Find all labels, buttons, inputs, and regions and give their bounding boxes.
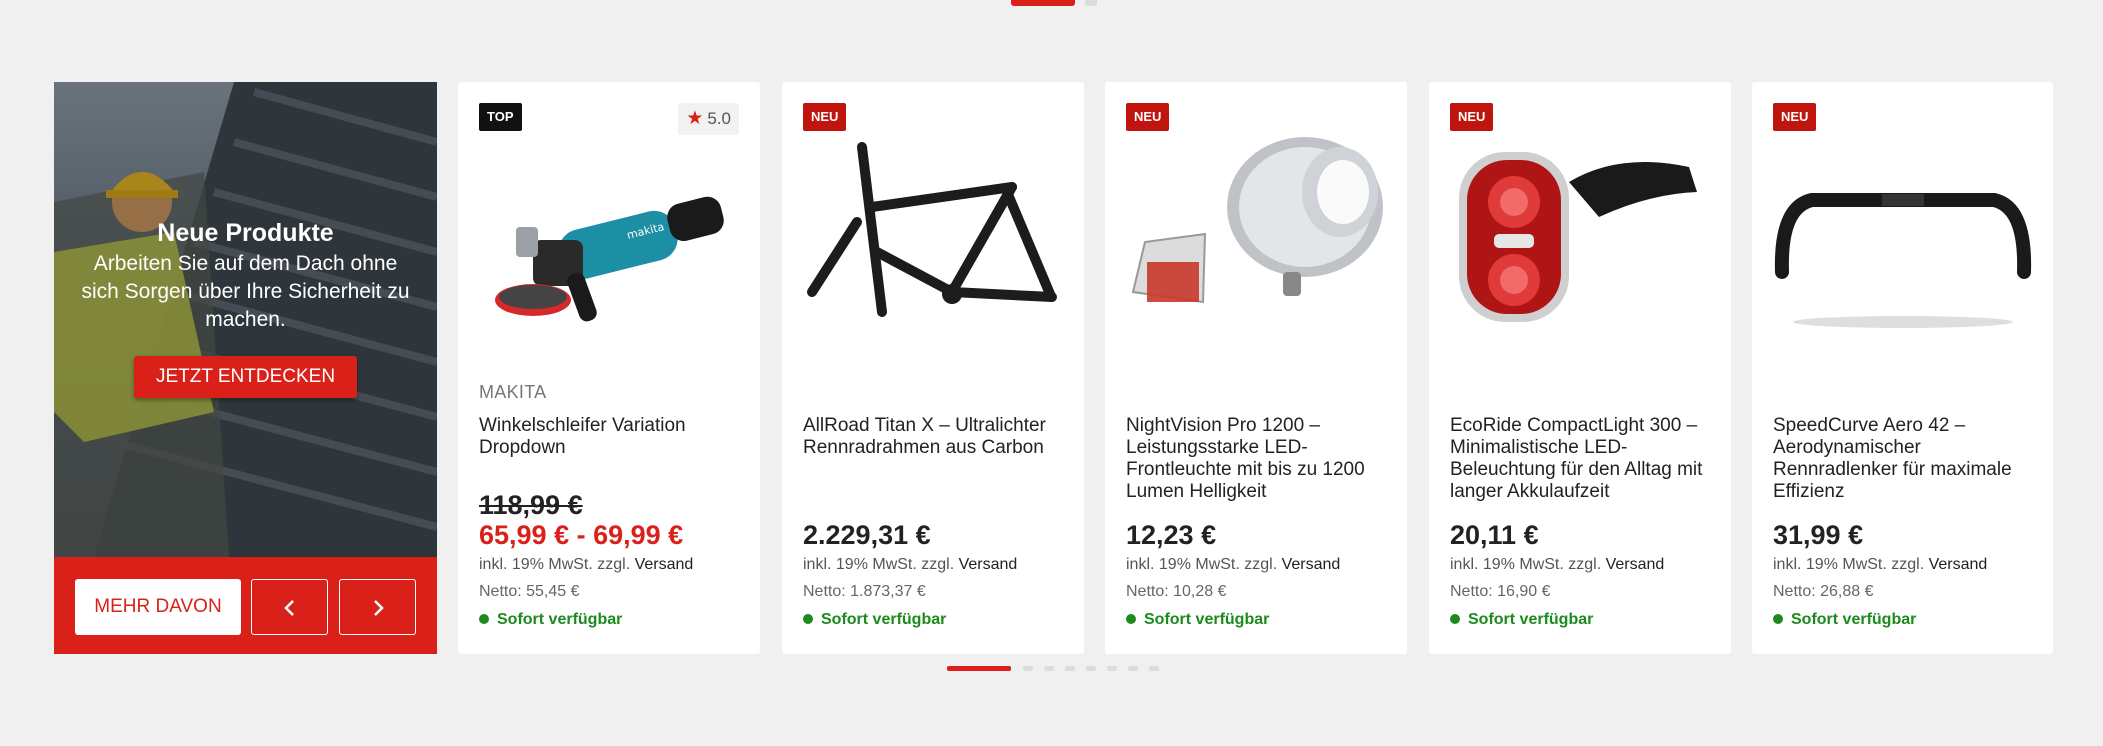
product-brand: MAKITA — [479, 382, 547, 402]
promo-footer: MEHR DAVON — [54, 557, 437, 654]
shipping-link[interactable]: Versand — [1282, 556, 1341, 573]
bike-lights-image[interactable] — [1125, 122, 1387, 342]
more-button[interactable]: MEHR DAVON — [75, 579, 241, 635]
pagination-dot[interactable] — [1086, 666, 1096, 671]
pagination-dot[interactable] — [1107, 666, 1117, 671]
net-price: Netto: 55,45 € — [479, 583, 580, 600]
in-stock-dot-icon — [479, 614, 489, 624]
pagination-dot-active[interactable] — [1011, 0, 1075, 6]
tax-info: inkl. 19% MwSt. zzgl. Versand — [1126, 556, 1340, 574]
stock-label: Sofort verfügbar — [497, 611, 623, 628]
pagination-dot[interactable] — [1044, 666, 1054, 671]
price: 12,23 € — [1126, 520, 1217, 550]
handlebar-image[interactable] — [1772, 122, 2034, 342]
shipping-link[interactable]: Versand — [959, 556, 1018, 573]
product-card[interactable]: NEU EcoRide CompactLight 300 – Minimalis… — [1429, 82, 1731, 654]
next-button[interactable] — [339, 579, 416, 635]
chevron-left-icon — [283, 599, 294, 616]
pagination-dot[interactable] — [1085, 0, 1097, 6]
product-card[interactable]: NEU SpeedCurve Aero 42 – Aerodynamischer… — [1752, 82, 2053, 654]
tax-text: inkl. 19% MwSt. zzgl. — [1773, 556, 1925, 573]
net-price: Netto: 10,28 € — [1126, 583, 1227, 600]
product-card[interactable]: NEU NightVision Pro 1200 – Leistungsstar… — [1105, 82, 1407, 654]
pagination-dot[interactable] — [1149, 666, 1159, 671]
bike-frame-image[interactable] — [802, 122, 1064, 342]
promo-title: Neue Produkte — [157, 219, 334, 247]
shipping-link[interactable]: Versand — [1929, 556, 1988, 573]
stock-status: Sofort verfügbar — [1773, 611, 1916, 629]
product-name[interactable]: AllRoad Titan X – Ultralichter Rennradra… — [803, 415, 1065, 459]
product-name[interactable]: Winkelschleifer Variation Dropdown — [479, 415, 741, 459]
in-stock-dot-icon — [1126, 614, 1136, 624]
promo-content: Neue Produkte Arbeiten Sie auf dem Dach … — [54, 216, 437, 398]
tax-text: inkl. 19% MwSt. zzgl. — [803, 556, 955, 573]
tax-text: inkl. 19% MwSt. zzgl. — [479, 556, 631, 573]
product-card[interactable]: TOP ★ 5.0 makita MAKITA Winkelschleifer V… — [458, 82, 760, 654]
product-name[interactable]: EcoRide CompactLight 300 – Minimalistisc… — [1450, 415, 1712, 503]
sale-price: 65,99 € - 69,99 € — [479, 520, 684, 550]
stock-label: Sofort verfügbar — [1144, 611, 1270, 628]
in-stock-dot-icon — [1450, 614, 1460, 624]
pagination-dot[interactable] — [1065, 666, 1075, 671]
stock-status: Sofort verfügbar — [803, 611, 946, 629]
shipping-link[interactable]: Versand — [1606, 556, 1665, 573]
stock-label: Sofort verfügbar — [1791, 611, 1917, 628]
tax-info: inkl. 19% MwSt. zzgl. Versand — [1773, 556, 1987, 574]
pagination-dot[interactable] — [1128, 666, 1138, 671]
chevron-right-icon — [373, 599, 384, 616]
promo-text: Arbeiten Sie auf dem Dach ohne sich Sorg… — [81, 252, 410, 331]
angle-grinder-image[interactable]: makita — [478, 122, 740, 342]
product-card[interactable]: NEU AllRoad Titan X – Ultralichter Rennr… — [782, 82, 1084, 654]
product-name[interactable]: NightVision Pro 1200 – Leistungsstarke L… — [1126, 415, 1388, 503]
stock-status: Sofort verfügbar — [1450, 611, 1593, 629]
in-stock-dot-icon — [803, 614, 813, 624]
pagination-dot-active[interactable] — [947, 666, 1011, 671]
stock-label: Sofort verfügbar — [1468, 611, 1594, 628]
pagination-dot[interactable] — [1023, 666, 1033, 671]
product-name[interactable]: SpeedCurve Aero 42 – Aerodynamischer Ren… — [1773, 415, 2035, 503]
previous-button[interactable] — [251, 579, 328, 635]
tax-info: inkl. 19% MwSt. zzgl. Versand — [803, 556, 1017, 574]
discover-button[interactable]: JETZT ENTDECKEN — [133, 356, 358, 398]
stock-label: Sofort verfügbar — [821, 611, 947, 628]
net-price: Netto: 16,90 € — [1450, 583, 1551, 600]
stock-status: Sofort verfügbar — [1126, 611, 1269, 629]
tax-text: inkl. 19% MwSt. zzgl. — [1450, 556, 1602, 573]
rear-light-image[interactable] — [1449, 122, 1711, 342]
tax-info: inkl. 19% MwSt. zzgl. Versand — [1450, 556, 1664, 574]
promo-banner: Neue Produkte Arbeiten Sie auf dem Dach … — [54, 82, 437, 654]
net-price: Netto: 26,88 € — [1773, 583, 1874, 600]
stock-status: Sofort verfügbar — [479, 611, 622, 629]
price: 2.229,31 € — [803, 520, 931, 550]
price: 31,99 € — [1773, 520, 1864, 550]
price: 20,11 € — [1450, 520, 1539, 550]
old-price: 118,99 € — [479, 490, 583, 520]
net-price: Netto: 1.873,37 € — [803, 583, 926, 600]
tax-info: inkl. 19% MwSt. zzgl. Versand — [479, 556, 693, 574]
in-stock-dot-icon — [1773, 614, 1783, 624]
shipping-link[interactable]: Versand — [635, 556, 694, 573]
tax-text: inkl. 19% MwSt. zzgl. — [1126, 556, 1278, 573]
